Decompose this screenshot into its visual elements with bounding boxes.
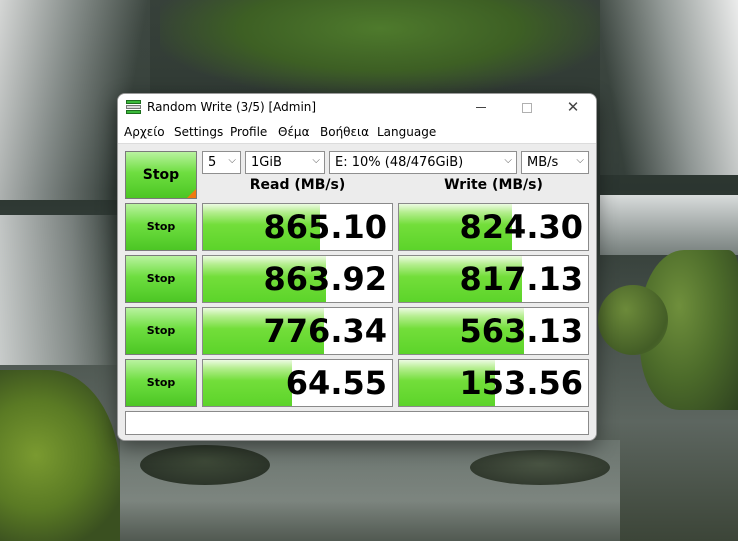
row-3-write-cell: 563.13 (398, 307, 589, 355)
row-4-read-value: 64.55 (285, 364, 387, 402)
row-3-write-value: 563.13 (459, 312, 583, 350)
drive-select[interactable]: E: 10% (48/476GiB) ⌵ (329, 151, 517, 174)
maximize-icon (522, 102, 532, 113)
wallpaper-rock-bottom (140, 445, 270, 485)
test-count-select[interactable]: 5 ⌵ (202, 151, 241, 174)
row-2-write-value: 817.13 (459, 260, 583, 298)
wallpaper-waterfall-right (600, 0, 738, 175)
drive-value: E: 10% (48/476GiB) (335, 155, 464, 170)
row-1-write-value: 824.30 (459, 208, 583, 246)
test-size-value: 1GiB (251, 155, 282, 170)
menu-settings[interactable]: Settings (174, 125, 223, 139)
write-column-header: Write (MB/s) (444, 177, 543, 193)
row-3-stop-button[interactable]: Stop (125, 307, 197, 355)
row-1-read-cell: 865.10 (202, 203, 393, 251)
chevron-down-icon: ⌵ (576, 155, 584, 166)
row-2-read-cell: 863.92 (202, 255, 393, 303)
menu-bar: Αρχείο Settings Profile Θέμα Βοήθεια Lan… (118, 122, 596, 142)
menu-language[interactable]: Language (377, 125, 436, 139)
comment-input[interactable] (125, 411, 589, 435)
row-4-read-bar (203, 360, 292, 406)
chevron-down-icon: ⌵ (312, 155, 320, 166)
row-4-stop-button[interactable]: Stop (125, 359, 197, 407)
benchmark-panel: Stop 5 ⌵ 1GiB ⌵ E: 10% (48/476GiB) ⌵ MB/… (118, 143, 596, 440)
row-2-stop-label: Stop (146, 272, 176, 285)
wallpaper-moss-bottom (0, 370, 120, 541)
menu-file[interactable]: Αρχείο (124, 125, 165, 139)
row-2-read-value: 863.92 (263, 260, 387, 298)
wallpaper-rock-right-small (598, 285, 668, 355)
window-title: Random Write (3/5) [Admin] (147, 100, 317, 114)
row-3-stop-label: Stop (146, 324, 176, 337)
unit-value: MB/s (527, 155, 559, 170)
benchmark-window: Random Write (3/5) [Admin] ✕ Αρχείο Sett… (117, 93, 597, 441)
chevron-down-icon: ⌵ (504, 155, 512, 166)
row-2-write-cell: 817.13 (398, 255, 589, 303)
minimize-icon (476, 107, 486, 108)
read-column-header: Read (MB/s) (249, 177, 346, 193)
row-1-read-value: 865.10 (263, 208, 387, 246)
row-4-write-cell: 153.56 (398, 359, 589, 407)
close-icon: ✕ (566, 98, 580, 116)
app-icon (126, 100, 141, 115)
row-2-stop-button[interactable]: Stop (125, 255, 197, 303)
row-1-stop-label: Stop (146, 220, 176, 233)
menu-theme[interactable]: Θέμα (278, 125, 309, 139)
test-count-value: 5 (208, 155, 217, 170)
menu-help[interactable]: Βοήθεια (320, 125, 369, 139)
chevron-down-icon: ⌵ (228, 155, 236, 166)
row-4-stop-label: Stop (146, 376, 176, 389)
stop-all-button[interactable]: Stop (125, 151, 197, 199)
maximize-button[interactable] (504, 94, 550, 121)
close-button[interactable]: ✕ (550, 94, 596, 121)
row-1-stop-button[interactable]: Stop (125, 203, 197, 251)
corner-indicator (187, 189, 196, 198)
row-4-write-value: 153.56 (459, 364, 583, 402)
wallpaper-waterfall-left-lower (0, 215, 120, 365)
row-3-read-cell: 776.34 (202, 307, 393, 355)
minimize-button[interactable] (458, 94, 504, 121)
wallpaper-rock-bottom-right (470, 450, 610, 485)
wallpaper-moss (160, 0, 600, 95)
menu-profile[interactable]: Profile (230, 125, 267, 139)
row-4-read-cell: 64.55 (202, 359, 393, 407)
row-1-write-cell: 824.30 (398, 203, 589, 251)
test-size-select[interactable]: 1GiB ⌵ (245, 151, 325, 174)
wallpaper-waterfall-right-lower (600, 195, 738, 255)
stop-all-label: Stop (142, 167, 180, 183)
title-bar[interactable]: Random Write (3/5) [Admin] ✕ (118, 94, 596, 121)
row-3-read-value: 776.34 (263, 312, 387, 350)
unit-select[interactable]: MB/s ⌵ (521, 151, 589, 174)
